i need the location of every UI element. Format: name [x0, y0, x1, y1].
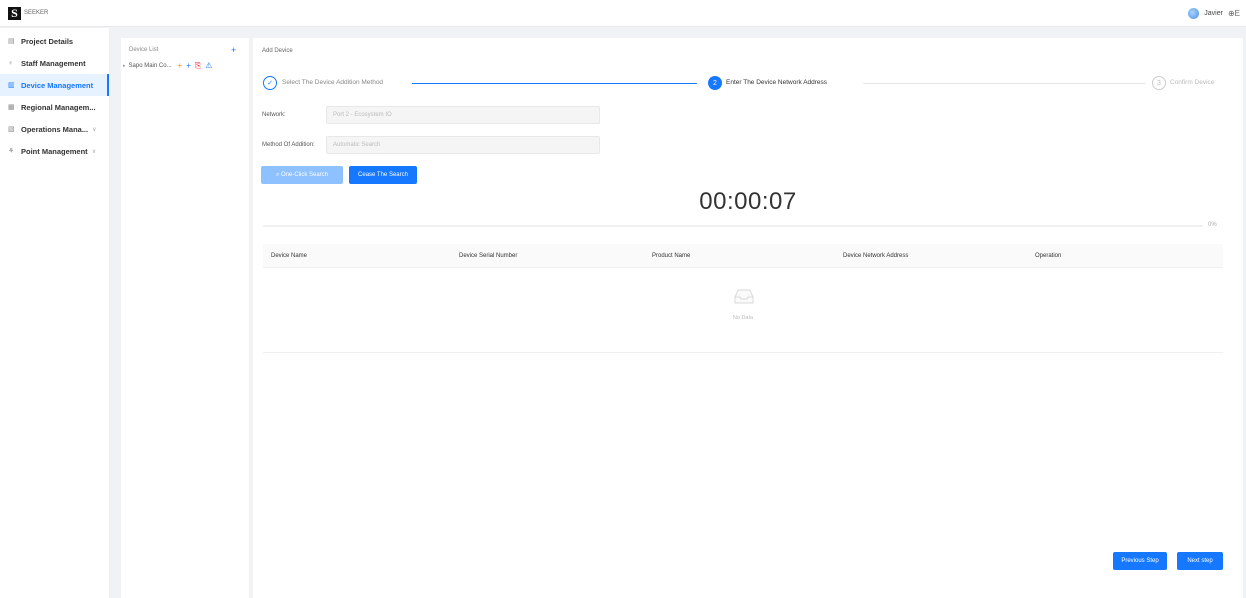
- add-child-icon[interactable]: +: [178, 61, 183, 71]
- add-device-icon[interactable]: +: [186, 61, 191, 71]
- app-logo: S: [8, 6, 21, 20]
- search-timer: 00:00:07: [699, 188, 797, 215]
- user-area: Javier ⊕E: [1188, 0, 1240, 27]
- add-icon[interactable]: +: [231, 45, 236, 55]
- step-connector: [863, 83, 1146, 84]
- sidebar-nav: ▤ Project Details ♀ Staff Management ▥ D…: [0, 28, 110, 598]
- tree-node-actions: + + ⎘ ⚠: [178, 61, 213, 71]
- network-label: Network:: [262, 112, 286, 118]
- device-list-panel: Device List + ▸ Sapo Main Co... + + ⎘ ⚠: [121, 38, 249, 598]
- column-header: Operation: [1035, 253, 1062, 259]
- table-empty-state: No Data: [263, 268, 1223, 353]
- language-label[interactable]: E: [1235, 9, 1240, 18]
- column-header: Product Name: [652, 253, 691, 259]
- sidebar-item-regional-management[interactable]: ▦ Regional Managem...: [0, 96, 109, 118]
- chevron-down-icon: ∨: [91, 148, 97, 155]
- previous-step-button[interactable]: Previous Step: [1113, 552, 1167, 570]
- one-click-search-button[interactable]: ⌕ One-Click Search: [261, 166, 343, 184]
- empty-inbox-icon: [734, 289, 754, 304]
- step-number-icon: 3: [1152, 76, 1166, 90]
- next-step-button[interactable]: Next step: [1177, 552, 1223, 570]
- progress-percent: 0%: [1208, 222, 1217, 228]
- operations-icon: ▧: [8, 126, 15, 133]
- column-header: Device Serial Number: [459, 253, 518, 259]
- user-name[interactable]: Javier: [1204, 10, 1223, 17]
- step-label: Select The Device Addition Method: [282, 79, 384, 86]
- point-icon: ⚘: [8, 148, 15, 155]
- sidebar-item-label: Operations Mana...: [21, 124, 89, 134]
- column-header: Device Name: [271, 253, 308, 259]
- step-number-icon: 2: [708, 76, 722, 90]
- caret-right-icon[interactable]: ▸: [123, 63, 126, 69]
- sidebar-item-staff-management[interactable]: ♀ Staff Management: [0, 52, 109, 74]
- tree-node-label[interactable]: Sapo Main Co...: [129, 63, 172, 69]
- sidebar-item-label: Project Details: [21, 36, 74, 46]
- delete-icon[interactable]: ⎘: [195, 61, 201, 71]
- app-logo-text: SEEKER: [24, 10, 49, 16]
- sidebar-item-label: Device Management: [21, 80, 94, 90]
- search-progress-bar: [263, 225, 1203, 227]
- sidebar-item-operations-management[interactable]: ▧ Operations Mana... ∨: [0, 118, 109, 140]
- column-header: Device Network Address: [843, 253, 909, 259]
- device-icon: ▥: [8, 82, 15, 89]
- table-header: Device Name Device Serial Number Product…: [263, 244, 1223, 268]
- project-icon: ▤: [8, 38, 15, 45]
- method-field[interactable]: Automatic Search: [326, 136, 600, 154]
- sidebar-item-label: Staff Management: [21, 58, 86, 68]
- avatar[interactable]: [1188, 8, 1200, 19]
- empty-text: No Data: [732, 315, 754, 321]
- top-bar: S SEEKER Javier ⊕E: [0, 0, 1246, 27]
- region-icon: ▦: [8, 104, 15, 111]
- check-icon: ✓: [263, 76, 277, 90]
- main-panel: Add Device ✓ Select The Device Addition …: [253, 38, 1243, 598]
- page-title: Add Device: [262, 48, 293, 54]
- sidebar-item-point-management[interactable]: ⚘ Point Management ∨: [0, 140, 109, 162]
- chevron-down-icon: ∨: [92, 126, 97, 133]
- sidebar-item-label: Regional Managem...: [21, 102, 96, 112]
- sidebar-item-label: Point Management: [21, 146, 88, 156]
- cease-search-button[interactable]: Cease The Search: [349, 166, 417, 184]
- step-label: Confirm Device: [1170, 79, 1215, 86]
- sidebar-item-device-management[interactable]: ▥ Device Management: [0, 74, 109, 96]
- step-label-active: Enter The Device Network Address: [726, 79, 828, 86]
- person-icon: ♀: [8, 59, 14, 67]
- sidebar-item-project-details[interactable]: ▤ Project Details: [0, 30, 109, 52]
- tree-node[interactable]: ▸ Sapo Main Co... + + ⎘ ⚠: [123, 61, 212, 71]
- network-field[interactable]: Port 2 - Ecosystem IO: [326, 106, 600, 124]
- method-label: Method Of Addition:: [262, 142, 315, 148]
- step-connector: [412, 83, 697, 84]
- globe-icon[interactable]: ⊕E: [1228, 9, 1240, 18]
- device-list-title: Device List: [129, 47, 159, 53]
- warning-icon[interactable]: ⚠: [205, 61, 212, 71]
